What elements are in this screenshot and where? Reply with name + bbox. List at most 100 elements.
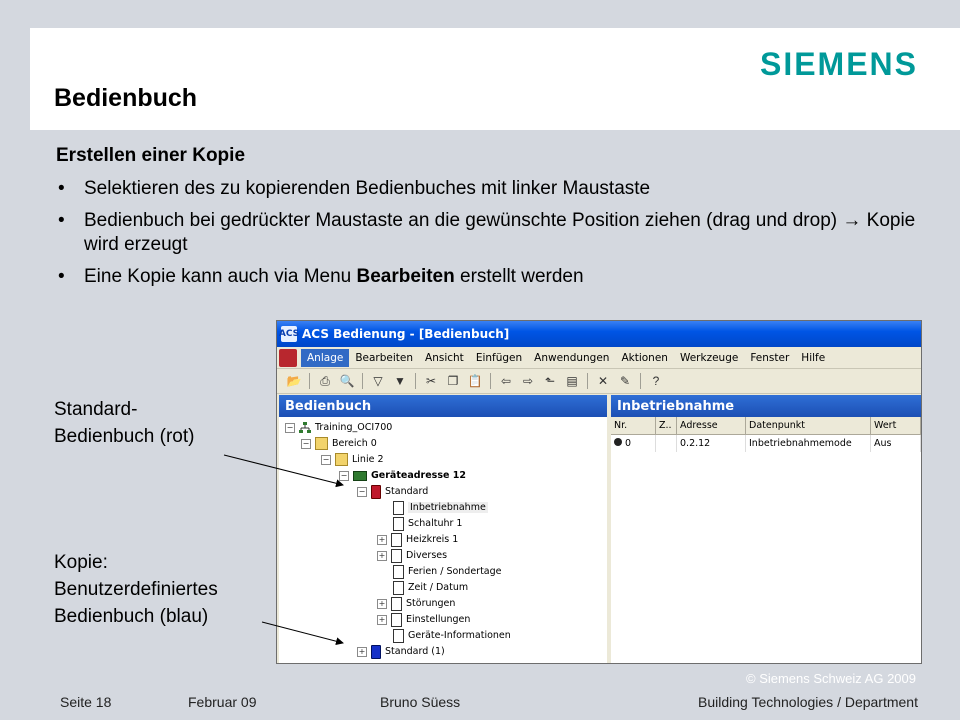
tree-node-child[interactable]: Schaltuhr 1 — [393, 516, 462, 531]
bullet-text-prefix: Eine Kopie kann auch via Menu — [84, 266, 357, 287]
collapse-icon[interactable]: − — [339, 470, 349, 481]
tree-node-label: Standard (1) — [385, 646, 445, 657]
table-row[interactable]: 0 0.2.12 Inbetriebnahmemode Aus — [611, 434, 921, 452]
slide-content: Erstellen einer Kopie • Selektieren des … — [56, 145, 916, 297]
tree-pane-header: Bedienbuch — [279, 395, 607, 417]
collapse-icon[interactable]: − — [357, 486, 367, 497]
tree-node-label: Heizkreis 1 — [406, 534, 459, 545]
filter-edit-icon[interactable]: ▼ — [389, 371, 411, 391]
filter-icon[interactable]: ▽ — [367, 371, 389, 391]
tree-node-standard[interactable]: − Standard — [357, 484, 428, 499]
page-icon — [391, 532, 402, 547]
delete-icon[interactable]: ✕ — [592, 371, 614, 391]
tree-node-root[interactable]: − Training_OCI700 — [285, 420, 392, 435]
expand-icon[interactable]: + — [357, 646, 367, 657]
tree-node-label: Schaltuhr 1 — [408, 518, 463, 529]
tree-node-child[interactable]: + Störungen — [377, 596, 455, 611]
page-icon — [393, 628, 404, 643]
expand-icon[interactable]: + — [377, 534, 387, 545]
tree-node-label: Bereich 0 — [332, 438, 377, 449]
up-folder-icon[interactable]: ⬑ — [539, 371, 561, 391]
toolbar-separator — [640, 373, 641, 389]
collapse-icon[interactable]: − — [321, 454, 331, 465]
menu-hilfe[interactable]: Hilfe — [795, 349, 831, 367]
cut-icon[interactable]: ✂ — [420, 371, 442, 391]
bullet-item: • Eine Kopie kann auch via Menu Bearbeit… — [56, 265, 916, 289]
properties-icon[interactable]: ▤ — [561, 371, 583, 391]
menu-anwendungen[interactable]: Anwendungen — [528, 349, 615, 367]
expand-icon[interactable]: + — [377, 550, 387, 561]
tree-node-child[interactable]: Geräte-Informationen — [393, 628, 511, 643]
menu-einfuegen[interactable]: Einfügen — [470, 349, 528, 367]
edit-icon[interactable]: ✎ — [614, 371, 636, 391]
toolbar-separator — [490, 373, 491, 389]
expand-icon[interactable]: + — [377, 614, 387, 625]
tree-node-child[interactable]: Zeit / Datum — [393, 580, 468, 595]
tree-node-bereich[interactable]: − Bereich 0 — [301, 436, 377, 451]
menu-aktionen[interactable]: Aktionen — [615, 349, 674, 367]
bullet-item: • Selektieren des zu kopierenden Bedienb… — [56, 177, 916, 201]
detail-pane: Inbetriebnahme Nr. Z.. Adresse Datenpunk… — [611, 395, 921, 663]
tree-node-child[interactable]: Inbetriebnahme — [393, 500, 488, 515]
back-icon[interactable]: ⇦ — [495, 371, 517, 391]
device-icon — [353, 470, 367, 481]
page-icon — [393, 500, 404, 515]
column-header-nr[interactable]: Nr. — [611, 417, 656, 435]
print-preview-icon[interactable]: 🔍 — [336, 371, 358, 391]
window-titlebar[interactable]: ACS ACS Bedienung - [Bedienbuch] — [277, 321, 921, 347]
page-icon — [393, 564, 404, 579]
tree-node-linie[interactable]: − Linie 2 — [321, 452, 384, 467]
callout-kopie: Kopie: Benutzerdefiniertes Bedienbuch (b… — [54, 549, 218, 630]
table-header-row: Nr. Z.. Adresse Datenpunkt Wert — [611, 417, 921, 435]
copy-icon[interactable]: ❐ — [442, 371, 464, 391]
column-header-wert[interactable]: Wert — [870, 417, 921, 435]
callout-standard: Standard- Bedienbuch (rot) — [54, 396, 194, 450]
forward-icon[interactable]: ⇨ — [517, 371, 539, 391]
menu-anlage[interactable]: Anlage — [301, 348, 350, 367]
datapoint-table: Nr. Z.. Adresse Datenpunkt Wert 0 0.2.12… — [611, 417, 921, 452]
folder-icon — [335, 453, 348, 466]
bullet-glyph: • — [58, 210, 65, 231]
menu-werkzeuge[interactable]: Werkzeuge — [674, 349, 744, 367]
tree-node-child[interactable]: Ferien / Sondertage — [393, 564, 502, 579]
tree-node-copy[interactable]: + Standard (1) — [357, 644, 445, 659]
menu-fenster[interactable]: Fenster — [744, 349, 795, 367]
bullet-glyph: • — [58, 266, 65, 287]
app-window: ACS ACS Bedienung - [Bedienbuch] Anlage … — [276, 320, 922, 664]
open-folder-icon[interactable]: 📂 — [283, 371, 305, 391]
toolbar-separator — [415, 373, 416, 389]
menu-ansicht[interactable]: Ansicht — [419, 349, 470, 367]
callout-line: Standard- — [54, 399, 138, 420]
page-icon — [393, 580, 404, 595]
tree-node-label: Störungen — [406, 598, 456, 609]
collapse-icon[interactable]: − — [301, 438, 311, 449]
tree-node-device[interactable]: − Geräteadresse 12 — [339, 468, 466, 483]
callout-line: Bedienbuch (rot) — [54, 426, 195, 447]
tree-node-label: Einstellungen — [406, 614, 471, 625]
toolbar-separator — [362, 373, 363, 389]
column-header-z[interactable]: Z.. — [655, 417, 677, 435]
document-icon[interactable] — [279, 348, 297, 367]
bullet-text: Selektieren des zu kopierenden Bedienbuc… — [84, 178, 651, 199]
column-header-datenpunkt[interactable]: Datenpunkt — [745, 417, 871, 435]
tree-node-child[interactable]: + Diverses — [377, 548, 447, 563]
toolbar-separator — [309, 373, 310, 389]
expand-icon[interactable]: + — [377, 598, 387, 609]
tree-node-child[interactable]: + Einstellungen — [377, 612, 470, 627]
help-icon[interactable]: ? — [645, 371, 667, 391]
tree-node-label: Inbetriebnahme — [408, 502, 488, 513]
menu-bearbeiten[interactable]: Bearbeiten — [349, 349, 419, 367]
bullet-item: • Bedienbuch bei gedrückter Maustaste an… — [56, 209, 916, 257]
tree-node-label: Standard — [385, 486, 429, 497]
collapse-icon[interactable]: − — [285, 422, 295, 433]
page-icon — [391, 612, 402, 627]
table-cell — [655, 434, 677, 452]
column-header-adresse[interactable]: Adresse — [676, 417, 746, 435]
callout-line: Benutzerdefiniertes — [54, 579, 218, 600]
paste-icon[interactable]: 📋 — [464, 371, 486, 391]
table-cell: Inbetriebnahmemode — [745, 434, 871, 452]
tree-node-child[interactable]: + Heizkreis 1 — [377, 532, 458, 547]
bullet-text-bold: Bearbeiten — [356, 266, 455, 287]
print-icon[interactable]: ⎙ — [314, 371, 336, 391]
page-icon — [393, 516, 404, 531]
